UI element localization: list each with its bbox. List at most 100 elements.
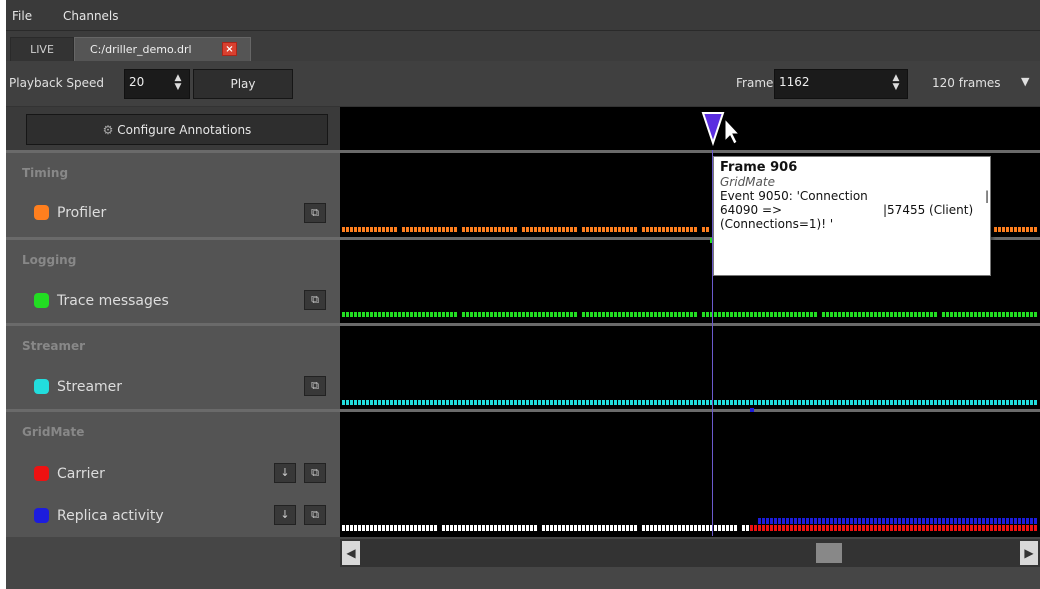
channel-label: Replica activity [57, 508, 164, 524]
activity-tick [698, 525, 701, 531]
activity-tick [554, 312, 557, 317]
activity-tick [626, 400, 629, 405]
activity-tick [354, 312, 357, 317]
activity-tick [718, 400, 721, 405]
tab-file[interactable]: C:/driller_demo.drl × [74, 37, 251, 61]
activity-tick [718, 525, 721, 531]
activity-tick [1006, 518, 1009, 524]
activity-tick [510, 525, 513, 531]
activity-tick [758, 400, 761, 405]
frame-spinbox[interactable]: 1162 ▲ ▼ [774, 69, 908, 99]
activity-tick [382, 400, 385, 405]
activity-tick [926, 312, 929, 317]
activity-tick [370, 400, 373, 405]
activity-tick [374, 525, 377, 531]
scroll-right-icon[interactable]: ▶ [1020, 541, 1038, 565]
activity-tick [870, 518, 873, 524]
activity-tick [830, 312, 833, 317]
activity-tick [882, 312, 885, 317]
down-arrow-icon[interactable]: ↓ [274, 463, 296, 483]
chevron-down-icon[interactable]: ▼ [1021, 75, 1029, 88]
activity-tick [362, 400, 365, 405]
group-title: Timing [22, 166, 69, 180]
activity-tick [934, 400, 937, 405]
activity-tick [930, 400, 933, 405]
activity-tick [746, 525, 749, 531]
scroll-left-icon[interactable]: ◀ [342, 541, 360, 565]
activity-tick [414, 400, 417, 405]
activity-tick [850, 518, 853, 524]
playback-speed-spinbox[interactable]: 20 ▲ ▼ [124, 69, 190, 99]
activity-tick [570, 400, 573, 405]
activity-tick [782, 400, 785, 405]
activity-tick [398, 312, 401, 317]
activity-tick [678, 227, 681, 232]
activity-tick [626, 525, 629, 531]
detach-icon[interactable]: ⧉ [304, 376, 326, 396]
frame-value: 1162 [779, 75, 810, 89]
activity-tick [350, 312, 353, 317]
activity-tick [802, 525, 805, 531]
activity-tick [762, 400, 765, 405]
activity-tick [394, 525, 397, 531]
down-arrow-icon[interactable]: ↓ [274, 505, 296, 525]
activity-tick [610, 227, 613, 232]
activity-tick [774, 312, 777, 317]
activity-tick [1010, 227, 1013, 232]
activity-tick [902, 400, 905, 405]
activity-tick [882, 400, 885, 405]
activity-tick [414, 525, 417, 531]
activity-tick [446, 312, 449, 317]
activity-tick [646, 400, 649, 405]
activity-tick [922, 400, 925, 405]
activity-tick [362, 227, 365, 232]
spin-arrows-icon[interactable]: ▲ ▼ [167, 70, 189, 98]
activity-tick [666, 400, 669, 405]
activity-tick [342, 312, 345, 317]
activity-tick [1014, 518, 1017, 524]
activity-tick [526, 400, 529, 405]
channel-color-swatch [34, 293, 49, 308]
spin-arrows-icon[interactable]: ▲ ▼ [885, 70, 907, 98]
detach-icon[interactable]: ⧉ [304, 203, 326, 223]
configure-annotations-button[interactable]: ⚙ Configure Annotations [26, 114, 328, 145]
activity-tick [542, 227, 545, 232]
activity-tick [538, 400, 541, 405]
activity-tick [542, 525, 545, 531]
activity-tick [1002, 525, 1005, 531]
detach-icon[interactable]: ⧉ [304, 290, 326, 310]
frame-marker-icon[interactable] [701, 111, 741, 149]
activity-tick [786, 400, 789, 405]
activity-tick [902, 525, 905, 531]
activity-tick [622, 525, 625, 531]
frames-window-select[interactable]: 120 frames [932, 76, 1001, 90]
close-icon[interactable]: × [222, 42, 237, 56]
scrollbar-thumb[interactable] [816, 543, 842, 563]
tab-live[interactable]: LIVE [10, 37, 74, 61]
horizontal-scrollbar[interactable]: ◀ ▶ [340, 539, 1040, 567]
activity-tick [866, 525, 869, 531]
activity-tick [798, 312, 801, 317]
timeline-area[interactable]: Frame 906 GridMate Event 9050: 'Connecti… [340, 107, 1040, 537]
activity-tick [494, 312, 497, 317]
activity-tick [886, 518, 889, 524]
activity-tick [618, 400, 621, 405]
tooltip-line2: 64090 => [720, 203, 783, 217]
activity-tick [1010, 400, 1013, 405]
activity-tick [1034, 518, 1037, 524]
menu-file[interactable]: File [12, 9, 32, 23]
activity-tick [390, 227, 393, 232]
detach-icon[interactable]: ⧉ [304, 505, 326, 525]
activity-tick [390, 312, 393, 317]
menu-channels[interactable]: Channels [63, 9, 119, 23]
detach-icon[interactable]: ⧉ [304, 463, 326, 483]
activity-tick [930, 312, 933, 317]
activity-tick [970, 312, 973, 317]
activity-tick [486, 400, 489, 405]
activity-tick [966, 312, 969, 317]
activity-tick [842, 518, 845, 524]
play-button[interactable]: Play [193, 69, 293, 99]
activity-tick [406, 400, 409, 405]
activity-tick [506, 312, 509, 317]
activity-tick [350, 227, 353, 232]
